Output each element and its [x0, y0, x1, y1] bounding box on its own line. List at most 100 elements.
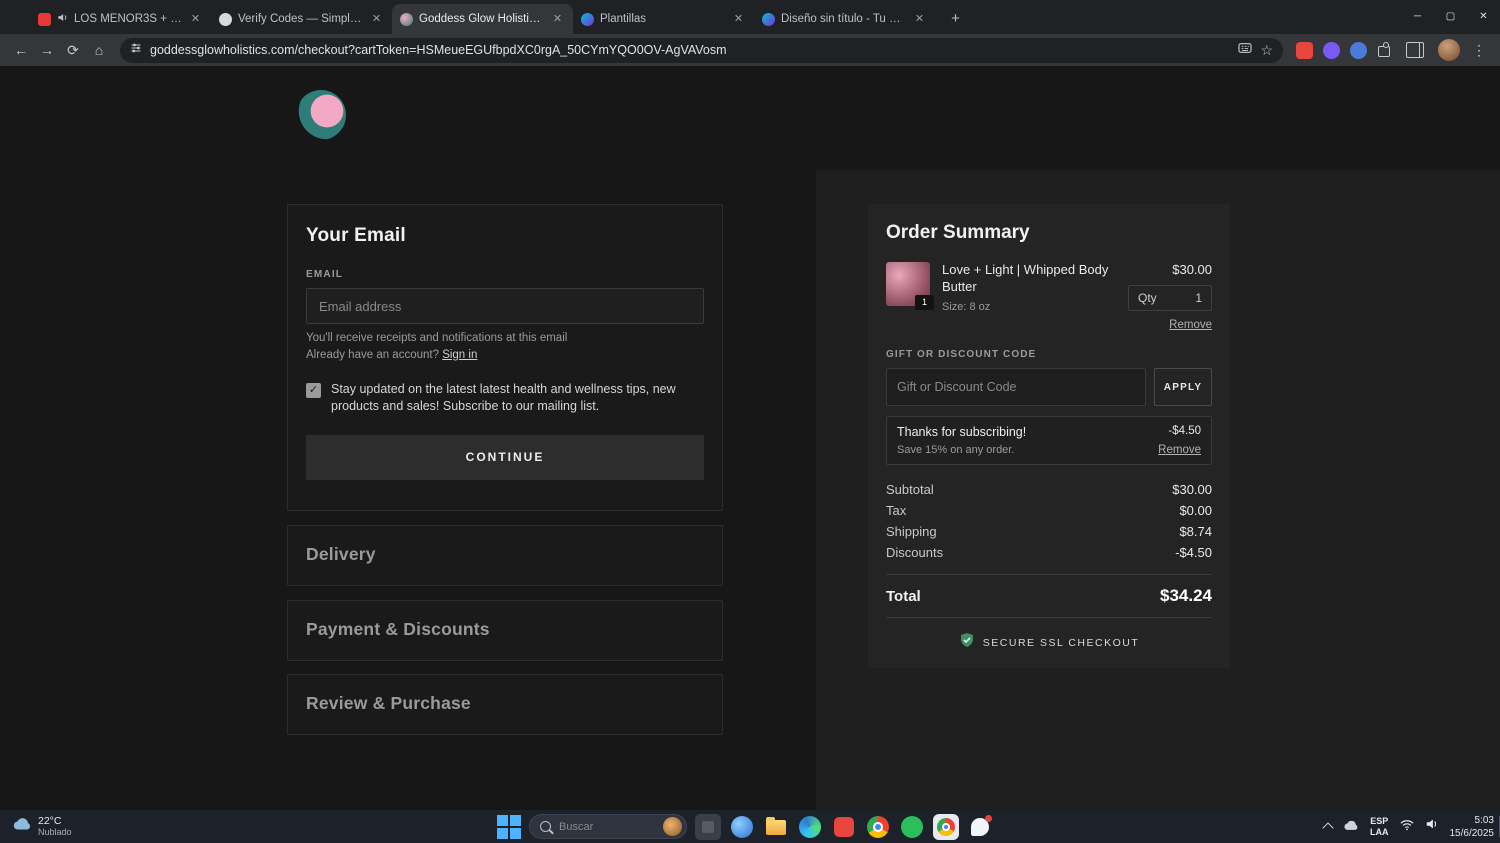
extension-icon-purple[interactable]: [1323, 41, 1340, 59]
shipping-value: $8.74: [1179, 524, 1212, 539]
email-field-label: EMAIL: [306, 269, 344, 280]
subtotal-label: Subtotal: [886, 482, 934, 497]
tab-title: Diseño sin título - Tu historia: [781, 13, 906, 25]
browser-tab-bar: LOS MENOR3S + Pepsi - M... ✕ Verify Code…: [0, 0, 1500, 34]
site-logo[interactable]: [296, 90, 346, 140]
volume-icon[interactable]: [1425, 817, 1439, 836]
start-button[interactable]: [496, 814, 521, 839]
total-row: Total $34.24: [886, 586, 1212, 606]
divider: [886, 574, 1212, 575]
wifi-icon[interactable]: [1399, 818, 1414, 836]
forward-button[interactable]: →: [34, 37, 60, 63]
home-button[interactable]: ⌂: [86, 37, 112, 63]
product-size: Size: 8 oz: [942, 300, 991, 313]
discount-code-row: APPLY: [886, 368, 1212, 406]
tax-row: Tax $0.00: [886, 500, 1212, 521]
tab-close-icon[interactable]: ✕: [369, 12, 384, 27]
tab-favicon: [581, 12, 594, 26]
profile-avatar[interactable]: [1438, 39, 1460, 61]
browser-toolbar: ← → ⟳ ⌂ goddessglowholistics.com/checkou…: [0, 34, 1500, 66]
tab-title: LOS MENOR3S + Pepsi - M...: [74, 13, 182, 25]
remove-item-link[interactable]: Remove: [1169, 319, 1212, 331]
tab-diseno[interactable]: Diseño sin título - Tu historia ✕: [754, 4, 935, 34]
taskbar-app-icon-3[interactable]: [831, 814, 857, 840]
omnibox-action-icon[interactable]: [1238, 41, 1252, 59]
order-item-row: 1 Love + Light | Whipped Body Butter Siz…: [886, 262, 1212, 331]
reload-button[interactable]: ⟳: [60, 37, 86, 63]
file-explorer-icon[interactable]: [763, 814, 789, 840]
applied-discount-amount: -$4.50: [1168, 425, 1201, 437]
language-indicator[interactable]: ESP LAA: [1370, 816, 1389, 838]
bookmark-star-icon[interactable]: ☆: [1260, 42, 1273, 59]
window-controls: ─ ▢ ✕: [1401, 0, 1500, 34]
qty-select[interactable]: Qty 1: [1128, 285, 1212, 311]
tab-close-icon[interactable]: ✕: [912, 12, 927, 27]
tab-goddess-glow[interactable]: Goddess Glow Holistic Care | Se... ✕: [392, 4, 573, 34]
tab-media[interactable]: LOS MENOR3S + Pepsi - M... ✕: [30, 4, 211, 34]
window-minimize-button[interactable]: ─: [1401, 0, 1434, 34]
tab-close-icon[interactable]: ✕: [188, 12, 203, 27]
tab-title: Verify Codes — SimplyCodes: [238, 13, 363, 25]
new-tab-button[interactable]: +: [943, 6, 968, 31]
back-button[interactable]: ←: [8, 37, 34, 63]
language-line2: LAA: [1370, 826, 1389, 837]
extensions-puzzle-icon[interactable]: [1377, 42, 1393, 58]
apply-code-button[interactable]: APPLY: [1154, 368, 1212, 406]
chrome-icon[interactable]: [865, 814, 891, 840]
side-panel-icon[interactable]: [1406, 42, 1424, 58]
tab-title: Goddess Glow Holistic Care | Se...: [419, 13, 544, 25]
taskbar-app-icon-4[interactable]: [899, 814, 925, 840]
product-price: $30.00: [1172, 262, 1212, 277]
address-bar[interactable]: goddessglowholistics.com/checkout?cartTo…: [120, 37, 1283, 63]
email-section: Your Email EMAIL You'll receive receipts…: [287, 204, 723, 511]
discounts-value: -$4.50: [1175, 545, 1212, 560]
tab-audio-icon[interactable]: [57, 10, 68, 28]
delivery-section-title: Delivery: [306, 544, 376, 564]
payment-section[interactable]: Payment & Discounts: [287, 600, 723, 661]
taskbar-search[interactable]: [529, 814, 687, 839]
ssl-text: SECURE SSL CHECKOUT: [982, 636, 1140, 649]
taskbar-center: [496, 810, 993, 843]
edge-icon[interactable]: [797, 814, 823, 840]
window-close-button[interactable]: ✕: [1467, 0, 1500, 34]
quantity-badge: 1: [915, 295, 934, 310]
sign-in-link[interactable]: Sign in: [442, 349, 477, 361]
taskbar-clock[interactable]: 5:03 15/6/2025: [1450, 814, 1495, 840]
taskbar-app-icon-1[interactable]: [695, 813, 721, 840]
weather-widget[interactable]: 22°C Nublado: [4, 810, 80, 843]
discount-code-label: GIFT OR DISCOUNT CODE: [886, 349, 1037, 360]
tab-close-icon[interactable]: ✕: [731, 12, 746, 27]
delivery-section[interactable]: Delivery: [287, 525, 723, 586]
url-text[interactable]: goddessglowholistics.com/checkout?cartTo…: [150, 43, 1230, 57]
onedrive-cloud-icon[interactable]: [1343, 818, 1359, 836]
tab-plantillas[interactable]: Plantillas ✕: [573, 4, 754, 34]
discount-code-input[interactable]: [886, 368, 1146, 406]
newsletter-checkbox[interactable]: ✓: [306, 383, 321, 398]
review-section[interactable]: Review & Purchase: [287, 674, 723, 735]
applied-discount-title: Thanks for subscribing!: [897, 425, 1027, 439]
extension-icon-red[interactable]: [1296, 41, 1313, 59]
window-maximize-button[interactable]: ▢: [1434, 0, 1467, 34]
chrome-active-icon[interactable]: [933, 813, 959, 840]
newsletter-label: Stay updated on the latest latest health…: [331, 382, 676, 413]
hidden-icons-chevron[interactable]: [1322, 822, 1334, 834]
continue-button[interactable]: CONTINUE: [306, 434, 704, 480]
ssl-shield-icon: [959, 632, 975, 653]
menu-kebab-icon[interactable]: ⋮: [1466, 37, 1492, 63]
tab-favicon: [762, 12, 775, 26]
taskbar-search-input[interactable]: [557, 819, 657, 834]
email-input[interactable]: [306, 288, 704, 324]
extension-icon-blue[interactable]: [1350, 41, 1367, 59]
chat-app-icon[interactable]: [967, 814, 993, 840]
weather-cloud-icon: [12, 817, 32, 836]
remove-discount-link[interactable]: Remove: [1158, 444, 1201, 456]
weather-condition: Nublado: [38, 827, 72, 838]
applied-discount-desc: Save 15% on any order.: [897, 444, 1015, 456]
order-summary-title: Order Summary: [886, 222, 1030, 243]
payment-section-title: Payment & Discounts: [306, 619, 490, 639]
tab-close-icon[interactable]: ✕: [550, 12, 565, 27]
site-info-icon[interactable]: [130, 41, 142, 59]
tab-simplycodes[interactable]: Verify Codes — SimplyCodes ✕: [211, 4, 392, 34]
email-section-title: Your Email: [306, 225, 406, 246]
taskbar-app-icon-2[interactable]: [729, 814, 755, 840]
